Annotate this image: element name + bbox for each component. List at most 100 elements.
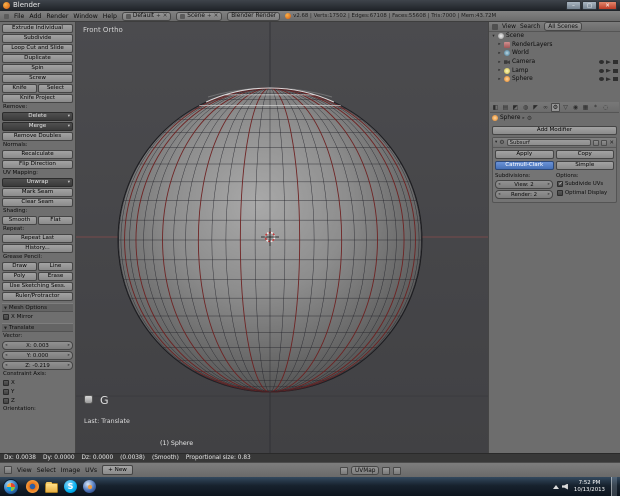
properties-tab-physics[interactable]: ◌ bbox=[601, 103, 610, 112]
tool-loop-cut[interactable]: Loop Cut and Slide bbox=[2, 44, 73, 53]
expand-icon[interactable] bbox=[497, 42, 502, 47]
properties-tab-modifiers[interactable]: ⚙ bbox=[551, 103, 560, 112]
eye-toggle-icon[interactable] bbox=[599, 60, 604, 64]
render-toggle-icon[interactable] bbox=[613, 69, 618, 73]
modifier-name-field[interactable]: Subsurf bbox=[507, 139, 592, 146]
snap-icon[interactable] bbox=[382, 467, 390, 475]
flat-button[interactable]: Flat bbox=[38, 216, 73, 225]
catmull-clark-toggle[interactable]: Catmull-Clark bbox=[495, 161, 554, 170]
properties-tab-particles[interactable]: * bbox=[591, 103, 600, 112]
outliner-editor-icon[interactable] bbox=[492, 24, 498, 30]
outliner-item-renderlayers[interactable]: RenderLayers bbox=[489, 41, 620, 50]
properties-tab-scene[interactable]: ◩ bbox=[511, 103, 520, 112]
layout-delete-icon[interactable]: ✕ bbox=[163, 13, 168, 19]
render-subdivisions-field[interactable]: Render: 2 bbox=[495, 190, 553, 199]
skype-icon[interactable] bbox=[64, 480, 77, 493]
properties-tab-render-layers[interactable]: ▤ bbox=[501, 103, 510, 112]
gp-draw-button[interactable]: Draw bbox=[2, 262, 37, 271]
firefox-icon[interactable] bbox=[26, 480, 39, 493]
optimal-display-toggle[interactable]: Optimal Display bbox=[556, 189, 614, 197]
add-modifier-button[interactable]: Add Modifier bbox=[492, 126, 617, 135]
modifier-copy-button[interactable]: Copy bbox=[556, 150, 615, 159]
properties-tab-world[interactable]: ◍ bbox=[521, 103, 530, 112]
constraint-z-toggle[interactable]: Z bbox=[2, 397, 73, 405]
new-image-button[interactable]: + New bbox=[102, 465, 133, 475]
vector-y-field[interactable]: Y: 0.000 bbox=[2, 351, 73, 360]
view-subdivisions-field[interactable]: View: 2 bbox=[495, 180, 553, 189]
subdivide-uvs-checkbox[interactable] bbox=[557, 181, 563, 187]
constraint-y-toggle[interactable]: Y bbox=[2, 388, 73, 396]
flip-direction-button[interactable]: Flip Direction bbox=[2, 160, 73, 169]
uv-menu-view[interactable]: View bbox=[17, 467, 32, 474]
render-toggle-icon[interactable] bbox=[613, 77, 618, 81]
expand-icon[interactable] bbox=[497, 51, 502, 56]
constraint-x-toggle[interactable]: X bbox=[2, 379, 73, 387]
scene-add-icon[interactable]: + bbox=[207, 13, 212, 19]
viewport-3d[interactable]: Front Ortho G Last: Translate (1) Sphere bbox=[76, 22, 488, 453]
menu-add[interactable]: Add bbox=[29, 13, 41, 20]
expand-icon[interactable] bbox=[497, 68, 502, 73]
show-desktop-button[interactable] bbox=[611, 477, 617, 496]
screen-layout-selector[interactable]: Default + ✕ bbox=[122, 12, 171, 21]
outliner-item-world[interactable]: World bbox=[489, 49, 620, 58]
outliner-scope-selector[interactable]: All Scenes bbox=[544, 22, 582, 31]
select-toggle-icon[interactable] bbox=[606, 69, 611, 73]
tool-screw[interactable]: Screw bbox=[2, 74, 73, 83]
properties-tab-texture[interactable]: ▦ bbox=[581, 103, 590, 112]
mesh-options-panel-header[interactable]: Mesh Options bbox=[2, 303, 73, 312]
layout-add-icon[interactable]: + bbox=[156, 13, 161, 19]
gp-erase-button[interactable]: Erase bbox=[38, 272, 73, 281]
menu-window[interactable]: Window bbox=[73, 13, 97, 20]
modifier-view-toggle-icon[interactable] bbox=[601, 140, 607, 146]
uv-menu-uvs[interactable]: UVs bbox=[85, 467, 97, 474]
modifier-expand-icon[interactable]: ▾ bbox=[495, 140, 497, 145]
expand-icon[interactable] bbox=[491, 34, 496, 39]
tray-chevron-icon[interactable] bbox=[553, 485, 559, 489]
history-button[interactable]: History... bbox=[2, 244, 73, 253]
subdivide-uvs-toggle[interactable]: Subdivide UVs bbox=[556, 180, 614, 188]
optimal-display-checkbox[interactable] bbox=[557, 190, 563, 196]
gp-poly-button[interactable]: Poly bbox=[2, 272, 37, 281]
remove-doubles-button[interactable]: Remove Doubles bbox=[2, 132, 73, 141]
constraint-y-checkbox[interactable] bbox=[3, 389, 9, 395]
modifier-apply-button[interactable]: Apply bbox=[495, 150, 554, 159]
start-button[interactable] bbox=[3, 479, 19, 495]
properties-tab-object[interactable]: ◤ bbox=[531, 103, 540, 112]
properties-tab-object-data[interactable]: ▽ bbox=[561, 103, 570, 112]
outliner-item-scene[interactable]: Scene bbox=[489, 32, 620, 41]
maximize-button[interactable] bbox=[582, 1, 597, 10]
smooth-button[interactable]: Smooth bbox=[2, 216, 37, 225]
translate-panel-header[interactable]: Translate bbox=[2, 323, 73, 332]
menu-render[interactable]: Render bbox=[46, 13, 68, 20]
explorer-folder-icon[interactable] bbox=[45, 483, 58, 493]
tool-knife-project[interactable]: Knife Project bbox=[2, 94, 73, 103]
properties-tab-constraints[interactable]: ∞ bbox=[541, 103, 550, 112]
taskbar-clock[interactable]: 7:52 PM 10/13/2013 bbox=[574, 480, 605, 493]
menu-help[interactable]: Help bbox=[103, 13, 117, 20]
tool-subdivide[interactable]: Subdivide bbox=[2, 34, 73, 43]
use-sketching-toggle[interactable]: Use Sketching Sess. bbox=[2, 282, 73, 291]
proportional-edit-icon[interactable] bbox=[393, 467, 401, 475]
constraint-z-checkbox[interactable] bbox=[3, 398, 9, 404]
volume-icon[interactable] bbox=[562, 484, 568, 490]
constraint-x-checkbox[interactable] bbox=[3, 380, 9, 386]
expand-icon[interactable] bbox=[497, 60, 502, 65]
outliner-item-sphere[interactable]: Sphere bbox=[489, 75, 620, 84]
ruler-protractor-button[interactable]: Ruler/Protractor bbox=[2, 292, 73, 301]
tool-extrude-individual[interactable]: Extrude Individual bbox=[2, 24, 73, 33]
minimize-button[interactable] bbox=[566, 1, 581, 10]
outliner-item-camera[interactable]: Camera bbox=[489, 58, 620, 67]
outliner-view-menu[interactable]: View bbox=[502, 24, 516, 30]
media-player-icon[interactable] bbox=[83, 480, 96, 493]
modifier-delete-icon[interactable]: ✕ bbox=[609, 140, 614, 146]
properties-tab-material[interactable]: ◉ bbox=[571, 103, 580, 112]
outliner-search-menu[interactable]: Search bbox=[520, 24, 540, 30]
modifier-header[interactable]: ▾ ⚙ Subsurf ✕ bbox=[493, 138, 616, 148]
repeat-last-button[interactable]: Repeat Last bbox=[2, 234, 73, 243]
tool-spin[interactable]: Spin bbox=[2, 64, 73, 73]
select-toggle-icon[interactable] bbox=[606, 77, 611, 81]
uv-menu-image[interactable]: Image bbox=[61, 467, 80, 474]
close-button[interactable] bbox=[598, 1, 617, 10]
scene-delete-icon[interactable]: ✕ bbox=[214, 13, 219, 19]
recalculate-button[interactable]: Recalculate bbox=[2, 150, 73, 159]
